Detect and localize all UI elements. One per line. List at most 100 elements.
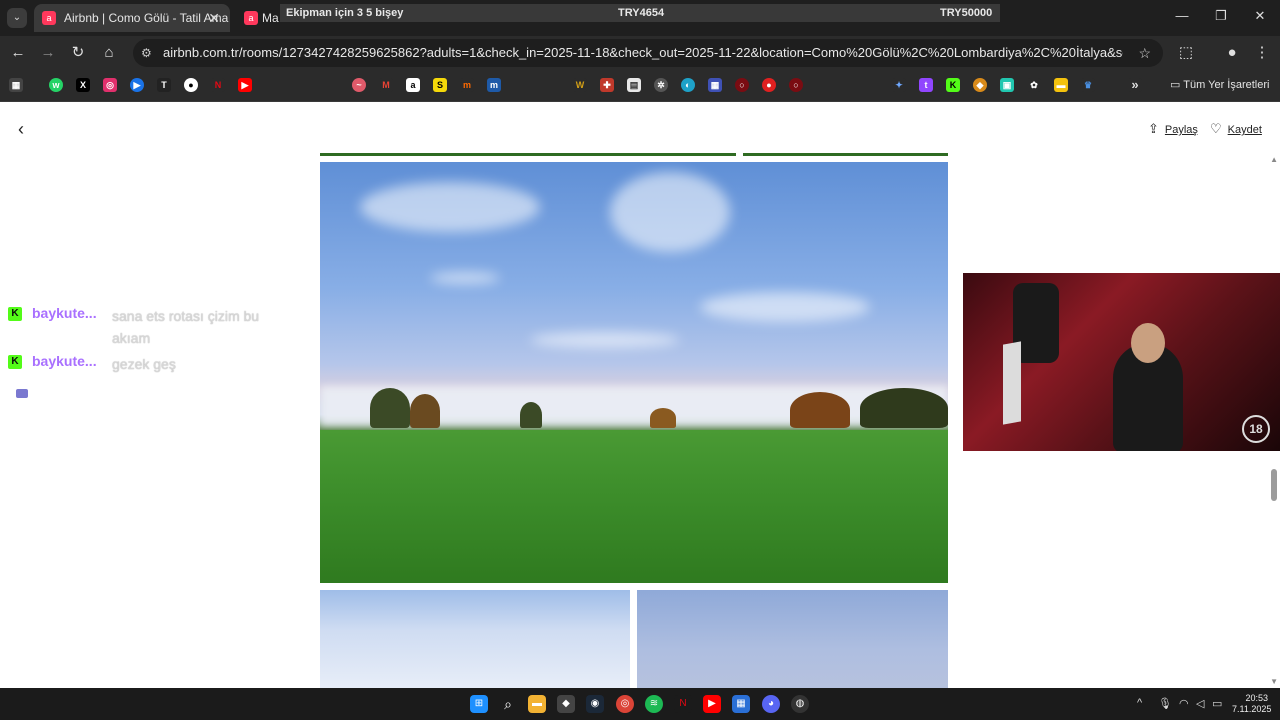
tab-close-icon[interactable]: ✕ — [208, 4, 220, 32]
restore-icon[interactable]: ❐ — [1211, 8, 1231, 24]
red-circle-icon-1[interactable]: ○ — [735, 78, 749, 92]
address-bar[interactable]: ⚙ airbnb.com.tr/rooms/127342742825962586… — [133, 39, 1163, 67]
photo-cloud — [360, 182, 540, 232]
overlay-text: Ekipman için 3 5 bişey — [286, 7, 404, 19]
steam-icon[interactable]: ◉ — [586, 695, 604, 713]
shield-icon[interactable]: ✚ — [600, 78, 614, 92]
forward-icon[interactable]: → — [38, 43, 58, 63]
tcg-icon[interactable]: T — [157, 78, 171, 92]
calculator-icon[interactable]: ▦ — [732, 695, 750, 713]
calendar-icon[interactable]: ▦ — [708, 78, 722, 92]
home-icon[interactable]: ⌂ — [99, 43, 119, 63]
extensions-icon[interactable]: ⬚ — [1176, 43, 1196, 63]
tray-overflow-icon[interactable]: ^ — [1137, 697, 1142, 709]
red-circle-icon-2[interactable]: ● — [762, 78, 776, 92]
yellow-icon[interactable]: ▬ — [1054, 78, 1068, 92]
stream-goal-overlay: Ekipman için 3 5 bişey TRY4654 TRY50000 — [280, 4, 1000, 22]
overlay-goal-target: TRY50000 — [940, 7, 993, 19]
folder-icon: ▭ — [1170, 79, 1184, 91]
gallery-photo-thumb-left[interactable] — [320, 590, 630, 688]
start-icon[interactable]: ⊞ — [470, 695, 488, 713]
back-chevron-icon[interactable]: ‹ — [18, 119, 24, 140]
chat-bubble-icon — [16, 389, 28, 398]
openai-icon[interactable]: ✿ — [1027, 78, 1041, 92]
clock-date: 7.11.2025 — [1232, 704, 1272, 714]
amazon-icon[interactable]: a — [406, 78, 420, 92]
chrome-icon[interactable]: ◎ — [616, 695, 634, 713]
photo-cloud — [610, 172, 730, 252]
tab-title: Airbnb | Como Gölü - Tatil Ama — [64, 11, 229, 25]
share-icon: ⇪ — [1148, 121, 1159, 136]
all-bookmarks-folder[interactable]: ▭ Tüm Yer İşaretleri — [1170, 77, 1269, 93]
scroll-down-icon[interactable]: ▼ — [1270, 677, 1278, 686]
airbnb-favicon-icon: a — [244, 11, 258, 25]
fox-icon[interactable]: ◆ — [973, 78, 987, 92]
doc-icon[interactable]: ▤ — [627, 78, 641, 92]
m-orange-icon[interactable]: m — [460, 78, 474, 92]
obs-icon[interactable]: ◍ — [791, 695, 809, 713]
minimize-icon[interactable]: — — [1172, 8, 1192, 23]
m-blue-icon[interactable]: m — [487, 78, 501, 92]
overlay-goal-current: TRY4654 — [618, 7, 665, 19]
scroll-up-icon[interactable]: ▲ — [1270, 155, 1278, 164]
whatsapp-icon[interactable]: w — [49, 78, 63, 92]
microphone-icon[interactable]: 🎙 — [1158, 697, 1172, 710]
browser-tab-bar: ⌄ a Airbnb | Como Gölü - Tatil Ama ✕ a M… — [0, 0, 1280, 36]
airbnb-favicon-icon: a — [42, 11, 56, 25]
share-button[interactable]: ⇪ Paylaş — [1148, 121, 1198, 137]
profile-avatar[interactable]: ● — [1222, 43, 1242, 63]
gallery-photo-main[interactable] — [320, 162, 948, 583]
circle-icon[interactable]: ● — [184, 78, 198, 92]
photo-tree — [520, 402, 542, 428]
red-circle-icon-3[interactable]: ○ — [789, 78, 803, 92]
menu-kebab-icon[interactable]: ⋮ — [1252, 43, 1272, 63]
site-info-icon[interactable]: ⚙ — [141, 39, 152, 67]
photo-meadow — [320, 430, 948, 583]
battery-icon[interactable]: ▭ — [1212, 697, 1222, 710]
gemini-icon[interactable]: ✦ — [892, 78, 906, 92]
app-cube-icon[interactable]: ◆ — [557, 695, 575, 713]
s-icon[interactable]: S — [433, 78, 447, 92]
teal-icon[interactable]: ▣ — [1000, 78, 1014, 92]
back-icon[interactable]: ← — [8, 43, 28, 63]
netflix-taskbar-icon[interactable]: N — [674, 695, 692, 713]
discord-icon[interactable]: ◕ — [762, 695, 780, 713]
age-rating-badge: 18 — [1242, 415, 1270, 443]
crown-icon[interactable]: ♛ — [1081, 78, 1095, 92]
x-icon[interactable]: X — [76, 78, 90, 92]
tab-airbnb[interactable]: a Airbnb | Como Gölü - Tatil Ama ✕ — [34, 4, 230, 32]
netflix-icon[interactable]: N — [211, 78, 225, 92]
youtube-taskbar-icon[interactable]: ▶ — [703, 695, 721, 713]
photo-cloud — [430, 272, 500, 284]
gallery-photo-thumb-right[interactable] — [637, 590, 948, 688]
more-bookmarks-icon[interactable]: » — [1128, 78, 1142, 92]
instagram-icon[interactable]: ◎ — [103, 78, 117, 92]
chat-message: K baykute... sana ets rotası çizim bu ak… — [8, 305, 268, 353]
spotify-icon[interactable]: ≋ — [645, 695, 663, 713]
play-icon[interactable]: ▶ — [130, 78, 144, 92]
kick-icon[interactable]: K — [946, 78, 960, 92]
w-icon[interactable]: W — [573, 78, 587, 92]
gmail-icon[interactable]: M — [379, 78, 393, 92]
previous-photo-edge — [743, 153, 948, 156]
tab-search-chevron-icon[interactable]: ⌄ — [7, 8, 27, 28]
scrollbar-thumb[interactable] — [1271, 469, 1277, 501]
taskbar-clock[interactable]: 20:53 7.11.2025 — [1232, 693, 1272, 715]
youtube-icon[interactable]: ▶ — [238, 78, 252, 92]
close-window-icon[interactable]: ✕ — [1250, 8, 1270, 24]
volume-icon[interactable]: ◁ — [1196, 697, 1204, 710]
wifi-icon[interactable]: ◠ — [1179, 697, 1189, 710]
bookmark-star-icon[interactable]: ☆ — [1138, 39, 1151, 67]
gear-icon[interactable]: ✲ — [654, 78, 668, 92]
reload-icon[interactable]: ↻ — [68, 43, 88, 63]
apps-grid-icon[interactable]: ▦ — [9, 78, 23, 92]
swirl-icon[interactable]: ~ — [352, 78, 366, 92]
search-icon[interactable]: ⌕ — [499, 695, 517, 713]
file-explorer-icon[interactable]: ▬ — [528, 695, 546, 713]
save-label: Kaydet — [1227, 124, 1262, 136]
photo-tree — [650, 408, 676, 428]
globe-icon[interactable]: ◐ — [681, 78, 695, 92]
save-button[interactable]: ♡ Kaydet — [1210, 121, 1262, 137]
twitch-icon[interactable]: t — [919, 78, 933, 92]
browser-toolbar: ← → ↻ ⌂ ⚙ airbnb.com.tr/rooms/1273427428… — [0, 36, 1280, 70]
